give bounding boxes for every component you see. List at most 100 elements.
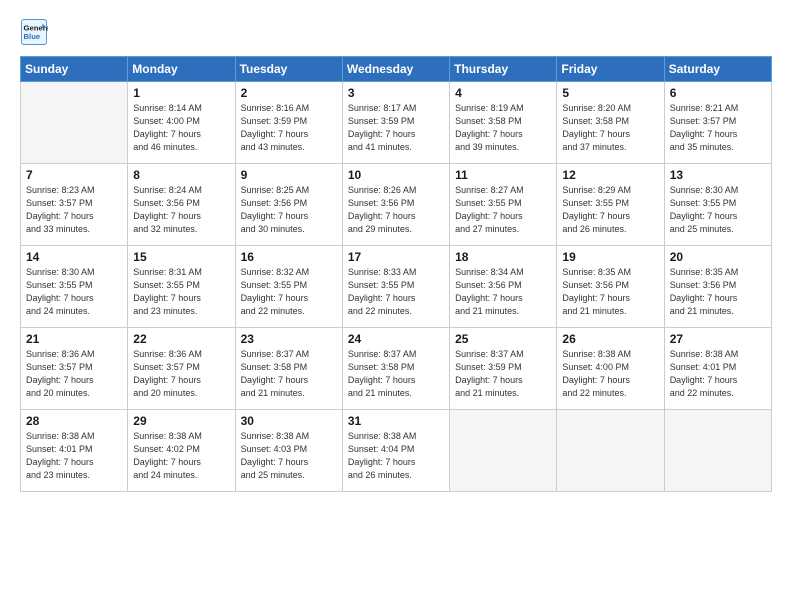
calendar-cell: 29 Sunrise: 8:38 AM Sunset: 4:02 PM Dayli…: [128, 410, 235, 492]
day-info: Sunrise: 8:38 AM Sunset: 4:01 PM Dayligh…: [26, 430, 122, 482]
calendar: SundayMondayTuesdayWednesdayThursdayFrid…: [20, 56, 772, 492]
calendar-cell: 28 Sunrise: 8:38 AM Sunset: 4:01 PM Dayli…: [21, 410, 128, 492]
day-number: 1: [133, 86, 229, 100]
logo: General Blue: [20, 18, 50, 46]
day-info: Sunrise: 8:37 AM Sunset: 3:59 PM Dayligh…: [455, 348, 551, 400]
day-info: Sunrise: 8:32 AM Sunset: 3:55 PM Dayligh…: [241, 266, 337, 318]
calendar-week-row: 1 Sunrise: 8:14 AM Sunset: 4:00 PM Daylig…: [21, 82, 772, 164]
day-info: Sunrise: 8:19 AM Sunset: 3:58 PM Dayligh…: [455, 102, 551, 154]
weekday-header: Wednesday: [342, 57, 449, 82]
day-info: Sunrise: 8:20 AM Sunset: 3:58 PM Dayligh…: [562, 102, 658, 154]
day-number: 30: [241, 414, 337, 428]
calendar-cell: 9Sunrise: 8:25 AM Sunset: 3:56 PM Daylig…: [235, 164, 342, 246]
calendar-cell: 11 Sunrise: 8:27 AM Sunset: 3:55 PM Dayli…: [450, 164, 557, 246]
page: General Blue SundayMondayTuesdayWednesda…: [0, 0, 792, 612]
calendar-week-row: 7 Sunrise: 8:23 AM Sunset: 3:57 PM Daylig…: [21, 164, 772, 246]
day-number: 2: [241, 86, 337, 100]
calendar-cell: 6 Sunrise: 8:21 AM Sunset: 3:57 PM Daylig…: [664, 82, 771, 164]
day-number: 15: [133, 250, 229, 264]
day-info: Sunrise: 8:38 AM Sunset: 4:00 PM Dayligh…: [562, 348, 658, 400]
weekday-header: Friday: [557, 57, 664, 82]
day-number: 7: [26, 168, 122, 182]
day-number: 6: [670, 86, 766, 100]
day-number: 5: [562, 86, 658, 100]
logo-icon: General Blue: [20, 18, 48, 46]
day-info: Sunrise: 8:21 AM Sunset: 3:57 PM Dayligh…: [670, 102, 766, 154]
calendar-cell: 1 Sunrise: 8:14 AM Sunset: 4:00 PM Daylig…: [128, 82, 235, 164]
day-info: Sunrise: 8:24 AM Sunset: 3:56 PM Dayligh…: [133, 184, 229, 236]
day-info: Sunrise: 8:17 AM Sunset: 3:59 PM Dayligh…: [348, 102, 444, 154]
calendar-cell: 22 Sunrise: 8:36 AM Sunset: 3:57 PM Dayli…: [128, 328, 235, 410]
calendar-week-row: 14 Sunrise: 8:30 AM Sunset: 3:55 PM Dayli…: [21, 246, 772, 328]
calendar-cell: 5 Sunrise: 8:20 AM Sunset: 3:58 PM Daylig…: [557, 82, 664, 164]
day-info: Sunrise: 8:35 AM Sunset: 3:56 PM Dayligh…: [670, 266, 766, 318]
day-info: Sunrise: 8:38 AM Sunset: 4:01 PM Dayligh…: [670, 348, 766, 400]
day-number: 24: [348, 332, 444, 346]
day-number: 26: [562, 332, 658, 346]
day-info: Sunrise: 8:14 AM Sunset: 4:00 PM Dayligh…: [133, 102, 229, 154]
calendar-week-row: 21 Sunrise: 8:36 AM Sunset: 3:57 PM Dayli…: [21, 328, 772, 410]
day-number: 28: [26, 414, 122, 428]
day-number: 4: [455, 86, 551, 100]
day-number: 11: [455, 168, 551, 182]
calendar-cell: 17Sunrise: 8:33 AM Sunset: 3:55 PM Dayli…: [342, 246, 449, 328]
day-info: Sunrise: 8:35 AM Sunset: 3:56 PM Dayligh…: [562, 266, 658, 318]
calendar-cell: 4 Sunrise: 8:19 AM Sunset: 3:58 PM Daylig…: [450, 82, 557, 164]
calendar-cell: 31 Sunrise: 8:38 AM Sunset: 4:04 PM Dayli…: [342, 410, 449, 492]
day-info: Sunrise: 8:37 AM Sunset: 3:58 PM Dayligh…: [348, 348, 444, 400]
day-info: Sunrise: 8:16 AM Sunset: 3:59 PM Dayligh…: [241, 102, 337, 154]
day-info: Sunrise: 8:27 AM Sunset: 3:55 PM Dayligh…: [455, 184, 551, 236]
day-number: 23: [241, 332, 337, 346]
day-info: Sunrise: 8:34 AM Sunset: 3:56 PM Dayligh…: [455, 266, 551, 318]
weekday-header: Saturday: [664, 57, 771, 82]
calendar-cell: 26 Sunrise: 8:38 AM Sunset: 4:00 PM Dayli…: [557, 328, 664, 410]
day-info: Sunrise: 8:38 AM Sunset: 4:02 PM Dayligh…: [133, 430, 229, 482]
day-info: Sunrise: 8:36 AM Sunset: 3:57 PM Dayligh…: [133, 348, 229, 400]
calendar-cell: 8 Sunrise: 8:24 AM Sunset: 3:56 PM Daylig…: [128, 164, 235, 246]
calendar-cell: [664, 410, 771, 492]
calendar-cell: 2 Sunrise: 8:16 AM Sunset: 3:59 PM Daylig…: [235, 82, 342, 164]
svg-text:General: General: [24, 24, 49, 33]
calendar-cell: 16Sunrise: 8:32 AM Sunset: 3:55 PM Dayli…: [235, 246, 342, 328]
calendar-cell: 15 Sunrise: 8:31 AM Sunset: 3:55 PM Dayli…: [128, 246, 235, 328]
calendar-cell: 19 Sunrise: 8:35 AM Sunset: 3:56 PM Dayli…: [557, 246, 664, 328]
day-number: 8: [133, 168, 229, 182]
day-number: 17: [348, 250, 444, 264]
calendar-cell: 10Sunrise: 8:26 AM Sunset: 3:56 PM Dayli…: [342, 164, 449, 246]
calendar-cell: 20 Sunrise: 8:35 AM Sunset: 3:56 PM Dayli…: [664, 246, 771, 328]
day-info: Sunrise: 8:38 AM Sunset: 4:04 PM Dayligh…: [348, 430, 444, 482]
calendar-cell: 13Sunrise: 8:30 AM Sunset: 3:55 PM Dayli…: [664, 164, 771, 246]
day-info: Sunrise: 8:25 AM Sunset: 3:56 PM Dayligh…: [241, 184, 337, 236]
calendar-cell: 3 Sunrise: 8:17 AM Sunset: 3:59 PM Daylig…: [342, 82, 449, 164]
calendar-cell: [557, 410, 664, 492]
calendar-cell: 12Sunrise: 8:29 AM Sunset: 3:55 PM Dayli…: [557, 164, 664, 246]
day-info: Sunrise: 8:36 AM Sunset: 3:57 PM Dayligh…: [26, 348, 122, 400]
calendar-week-row: 28 Sunrise: 8:38 AM Sunset: 4:01 PM Dayli…: [21, 410, 772, 492]
calendar-cell: [450, 410, 557, 492]
calendar-cell: 24 Sunrise: 8:37 AM Sunset: 3:58 PM Dayli…: [342, 328, 449, 410]
day-number: 29: [133, 414, 229, 428]
calendar-cell: 18 Sunrise: 8:34 AM Sunset: 3:56 PM Dayli…: [450, 246, 557, 328]
day-number: 19: [562, 250, 658, 264]
day-number: 18: [455, 250, 551, 264]
calendar-cell: 7 Sunrise: 8:23 AM Sunset: 3:57 PM Daylig…: [21, 164, 128, 246]
day-number: 22: [133, 332, 229, 346]
day-info: Sunrise: 8:29 AM Sunset: 3:55 PM Dayligh…: [562, 184, 658, 236]
day-number: 21: [26, 332, 122, 346]
day-number: 31: [348, 414, 444, 428]
day-number: 3: [348, 86, 444, 100]
weekday-header: Tuesday: [235, 57, 342, 82]
calendar-cell: 30 Sunrise: 8:38 AM Sunset: 4:03 PM Dayli…: [235, 410, 342, 492]
calendar-cell: 21 Sunrise: 8:36 AM Sunset: 3:57 PM Dayli…: [21, 328, 128, 410]
day-info: Sunrise: 8:26 AM Sunset: 3:56 PM Dayligh…: [348, 184, 444, 236]
calendar-header-row: SundayMondayTuesdayWednesdayThursdayFrid…: [21, 57, 772, 82]
day-info: Sunrise: 8:23 AM Sunset: 3:57 PM Dayligh…: [26, 184, 122, 236]
day-info: Sunrise: 8:38 AM Sunset: 4:03 PM Dayligh…: [241, 430, 337, 482]
day-info: Sunrise: 8:30 AM Sunset: 3:55 PM Dayligh…: [26, 266, 122, 318]
day-number: 14: [26, 250, 122, 264]
calendar-cell: 25Sunrise: 8:37 AM Sunset: 3:59 PM Dayli…: [450, 328, 557, 410]
day-number: 27: [670, 332, 766, 346]
day-info: Sunrise: 8:31 AM Sunset: 3:55 PM Dayligh…: [133, 266, 229, 318]
calendar-cell: 23Sunrise: 8:37 AM Sunset: 3:58 PM Dayli…: [235, 328, 342, 410]
day-number: 20: [670, 250, 766, 264]
